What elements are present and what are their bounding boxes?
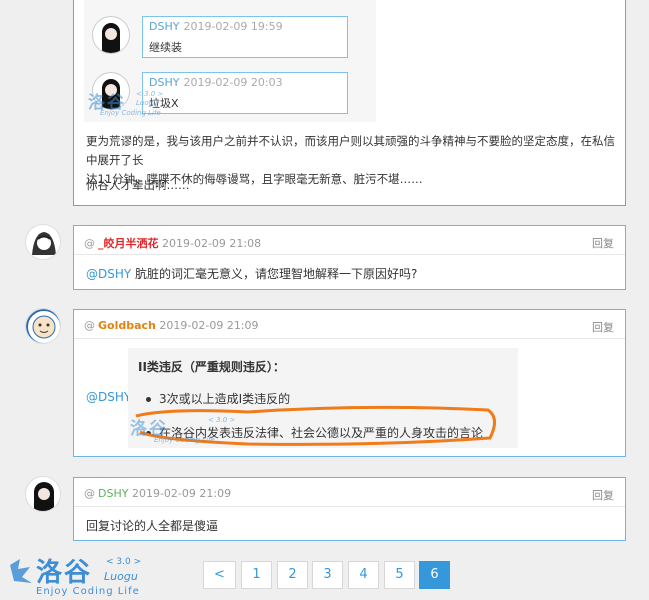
avatar <box>92 16 130 54</box>
post-paragraph: 你谷人才辈出啊…… <box>86 178 190 192</box>
message-text: 垃圾X <box>149 97 179 110</box>
at-sign: @ <box>84 237 95 250</box>
avatar[interactable] <box>25 224 61 260</box>
comment-body: @DSHY <box>86 390 131 404</box>
comment-time: 2019-02-09 21:09 <box>159 319 259 332</box>
rule-screenshot: II类违反（严重规则违反）： 3次或以上造成I类违反的 在洛谷内发表违反法律、社… <box>128 348 518 448</box>
post-text-line: 更为荒谬的是，我与该用户之前并不认识，而该用户则以其顽强的斗争精神与不要脸的坚定… <box>86 134 615 167</box>
watermark-slogan: Enjoy Coding Life <box>154 436 215 444</box>
watermark-slogan: Enjoy Coding Life <box>100 109 161 117</box>
mention-link[interactable]: @DSHY <box>86 390 131 404</box>
at-sign: @ <box>84 319 95 332</box>
luogu-logo-icon <box>10 559 32 583</box>
watermark-latin: Luogu <box>136 99 158 107</box>
comment-meta: @ _皎月半洒花 2019-02-09 21:08 <box>84 235 261 251</box>
comment-card: @ _皎月半洒花 2019-02-09 21:08 回复 @DSHY 肮脏的词汇毫… <box>73 225 626 290</box>
watermark-logo: 洛谷 <box>36 558 93 588</box>
comment-time: 2019-02-09 21:09 <box>131 487 232 500</box>
message-user: DSHY <box>149 20 180 33</box>
embedded-screenshot: DSHY 2019-02-09 19:59 继续装 DSHY 2019-02-09 … <box>84 0 376 122</box>
comment-username[interactable]: _皎月半洒花 <box>98 237 159 250</box>
comment-card: @ DSHY 2019-02-09 21:09 回复 回复讨论的人全都是傻逼 <box>73 477 626 541</box>
divider <box>74 254 625 255</box>
avatar[interactable] <box>25 476 61 512</box>
comment-username[interactable]: DSHY <box>98 487 128 500</box>
comment-time: 2019-02-09 21:08 <box>162 237 262 250</box>
comment-username[interactable]: Goldbach <box>98 319 156 332</box>
watermark-version: < 3.0 > <box>106 557 142 567</box>
highlight-scribble <box>135 405 496 446</box>
watermark-version: < 3.0 > <box>136 90 164 98</box>
comment-meta: @ Goldbach 2019-02-09 21:09 <box>84 319 259 332</box>
message-bubble: DSHY 2019-02-09 20:03 垃圾X <box>142 72 348 114</box>
comment-body: 回复讨论的人全都是傻逼 <box>86 519 219 533</box>
page-button-2[interactable]: 2 <box>277 561 308 589</box>
reply-button[interactable]: 回复 <box>592 319 614 335</box>
watermark-latin: Luogu <box>104 570 138 583</box>
reply-button[interactable]: 回复 <box>592 487 614 503</box>
mention-link[interactable]: @DSHY <box>86 267 131 281</box>
reply-button[interactable]: 回复 <box>592 235 614 251</box>
comment-meta: @ DSHY 2019-02-09 21:09 <box>84 487 231 500</box>
avatar[interactable] <box>25 308 61 344</box>
divider <box>74 506 625 507</box>
comment-body: @DSHY 肮脏的词汇毫无意义，请您理智地解释一下原因好吗? <box>86 265 417 282</box>
watermark-version: < 3.0 > <box>208 416 236 424</box>
divider <box>74 338 625 339</box>
page-button-3[interactable]: 3 <box>312 561 343 589</box>
message-time: 2019-02-09 19:59 <box>183 20 283 33</box>
message-time: 2019-02-09 20:03 <box>183 76 283 89</box>
watermark-slogan: Enjoy Coding Life <box>36 586 140 597</box>
page-button-6[interactable]: 6 <box>419 561 450 589</box>
page-button-4[interactable]: 4 <box>348 561 379 589</box>
page-button-1[interactable]: 1 <box>241 561 272 589</box>
page-button-5[interactable]: 5 <box>384 561 415 589</box>
page-prev-button[interactable]: < <box>203 561 236 589</box>
at-sign: @ <box>84 487 95 500</box>
comment-text: 肮脏的词汇毫无意义，请您理智地解释一下原因好吗? <box>131 267 418 281</box>
message-text: 继续装 <box>149 41 182 54</box>
message-user: DSHY <box>149 76 180 89</box>
message-bubble: DSHY 2019-02-09 19:59 继续装 <box>142 16 348 58</box>
